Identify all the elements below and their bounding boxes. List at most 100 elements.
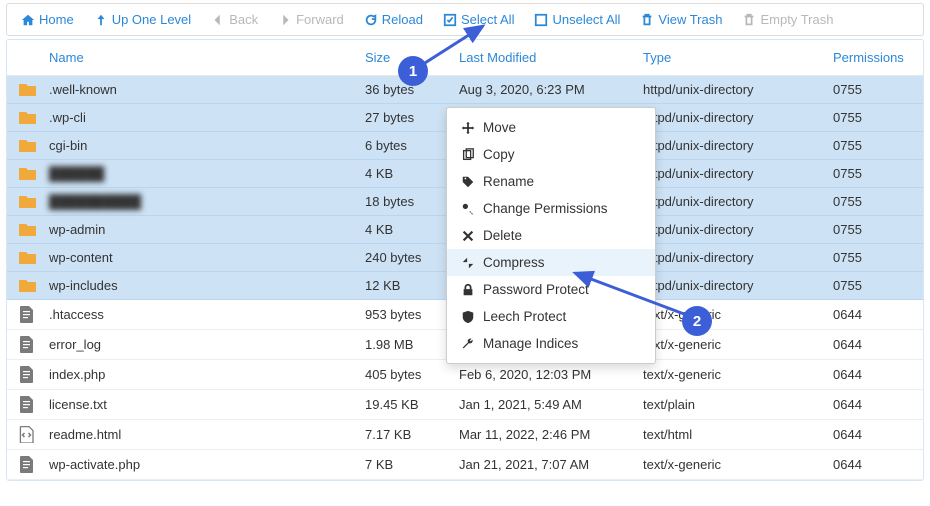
trash-icon	[742, 13, 756, 27]
table-row[interactable]: license.txt19.45 KBJan 1, 2021, 5:49 AMt…	[7, 390, 923, 420]
view-trash-button[interactable]: View Trash	[630, 6, 732, 33]
ctx-password-protect[interactable]: Password Protect	[447, 276, 655, 303]
file-type: text/x-generic	[643, 307, 833, 322]
copy-icon	[461, 148, 475, 162]
file-modified: Aug 3, 2020, 6:23 PM	[459, 82, 643, 97]
ctx-leech-protect[interactable]: Leech Protect	[447, 303, 655, 330]
file-type: httpd/unix-directory	[643, 138, 833, 153]
file-name: wp-includes	[49, 278, 365, 293]
file-type: text/html	[643, 427, 833, 442]
file-type: httpd/unix-directory	[643, 110, 833, 125]
file-permissions: 0644	[833, 367, 911, 382]
file-name: wp-activate.php	[49, 457, 365, 472]
ctx-password-label: Password Protect	[483, 282, 589, 297]
shield-icon	[461, 310, 475, 324]
select-all-label: Select All	[461, 12, 514, 27]
column-last-modified[interactable]: Last Modified	[459, 50, 643, 65]
file-permissions: 0755	[833, 222, 911, 237]
ctx-rename[interactable]: Rename	[447, 168, 655, 195]
unselect-all-label: Unselect All	[552, 12, 620, 27]
file-name: license.txt	[49, 397, 365, 412]
file-size: 405 bytes	[365, 367, 459, 382]
file-name: .htaccess	[49, 307, 365, 322]
file-name: error_log	[49, 337, 365, 352]
file-icon	[19, 366, 49, 383]
file-size: 4 KB	[365, 166, 459, 181]
folder-icon	[19, 166, 49, 181]
ctx-manage-indices[interactable]: Manage Indices	[447, 330, 655, 357]
ctx-delete-label: Delete	[483, 228, 522, 243]
key-icon	[461, 202, 475, 216]
file-name: cgi-bin	[49, 138, 365, 153]
file-size: 27 bytes	[365, 110, 459, 125]
file-permissions: 0755	[833, 250, 911, 265]
file-type: text/plain	[643, 397, 833, 412]
file-icon	[19, 306, 49, 323]
file-size: 4 KB	[365, 222, 459, 237]
file-permissions: 0755	[833, 166, 911, 181]
column-permissions[interactable]: Permissions	[833, 50, 911, 65]
file-permissions: 0755	[833, 138, 911, 153]
folder-icon	[19, 222, 49, 237]
context-menu: Move Copy Rename Change Permissions Dele…	[446, 107, 656, 364]
reload-icon	[364, 13, 378, 27]
file-permissions: 0644	[833, 397, 911, 412]
unselect-all-button[interactable]: Unselect All	[524, 6, 630, 33]
file-size: 7.17 KB	[365, 427, 459, 442]
ctx-delete[interactable]: Delete	[447, 222, 655, 249]
folder-icon	[19, 138, 49, 153]
ctx-rename-label: Rename	[483, 174, 534, 189]
file-size: 6 bytes	[365, 138, 459, 153]
forward-label: Forward	[296, 12, 344, 27]
reload-button[interactable]: Reload	[354, 6, 433, 33]
file-name: ██████████	[49, 194, 365, 209]
ctx-perm-label: Change Permissions	[483, 201, 608, 216]
folder-icon	[19, 278, 49, 293]
lock-icon	[461, 283, 475, 297]
column-type[interactable]: Type	[643, 50, 833, 65]
file-size: 19.45 KB	[365, 397, 459, 412]
table-row[interactable]: index.php405 bytesFeb 6, 2020, 12:03 PMt…	[7, 360, 923, 390]
file-permissions: 0755	[833, 82, 911, 97]
home-button[interactable]: Home	[11, 6, 84, 33]
ctx-copy[interactable]: Copy	[447, 141, 655, 168]
file-size: 953 bytes	[365, 307, 459, 322]
ctx-move[interactable]: Move	[447, 114, 655, 141]
file-type: text/x-generic	[643, 337, 833, 352]
file-permissions: 0644	[833, 307, 911, 322]
folder-icon	[19, 82, 49, 97]
file-permissions: 0644	[833, 427, 911, 442]
back-label: Back	[229, 12, 258, 27]
file-size: 1.98 MB	[365, 337, 459, 352]
file-name: wp-admin	[49, 222, 365, 237]
select-all-button[interactable]: Select All	[433, 6, 524, 33]
select-all-icon	[443, 13, 457, 27]
file-name: .well-known	[49, 82, 365, 97]
file-permissions: 0644	[833, 457, 911, 472]
ctx-leech-label: Leech Protect	[483, 309, 566, 324]
file-name: ██████	[49, 166, 365, 181]
file-permissions: 0755	[833, 194, 911, 209]
x-icon	[461, 229, 475, 243]
table-row[interactable]: readme.html7.17 KBMar 11, 2022, 2:46 PMt…	[7, 420, 923, 450]
file-type: httpd/unix-directory	[643, 222, 833, 237]
ctx-compress[interactable]: Compress	[447, 249, 655, 276]
ctx-indices-label: Manage Indices	[483, 336, 578, 351]
column-name[interactable]: Name	[19, 50, 365, 65]
up-one-level-button[interactable]: Up One Level	[84, 6, 202, 33]
tag-icon	[461, 175, 475, 189]
folder-icon	[19, 194, 49, 209]
back-button: Back	[201, 6, 268, 33]
ctx-change-permissions[interactable]: Change Permissions	[447, 195, 655, 222]
table-row[interactable]: wp-activate.php7 KBJan 21, 2021, 7:07 AM…	[7, 450, 923, 480]
move-icon	[461, 121, 475, 135]
file-type: httpd/unix-directory	[643, 250, 833, 265]
reload-label: Reload	[382, 12, 423, 27]
file-modified: Jan 1, 2021, 5:49 AM	[459, 397, 643, 412]
trash-icon	[640, 13, 654, 27]
home-label: Home	[39, 12, 74, 27]
table-header: Name Size Last Modified Type Permissions	[7, 40, 923, 76]
table-row[interactable]: .well-known36 bytesAug 3, 2020, 6:23 PMh…	[7, 76, 923, 104]
annotation-badge-1: 1	[398, 56, 428, 86]
file-size: 240 bytes	[365, 250, 459, 265]
